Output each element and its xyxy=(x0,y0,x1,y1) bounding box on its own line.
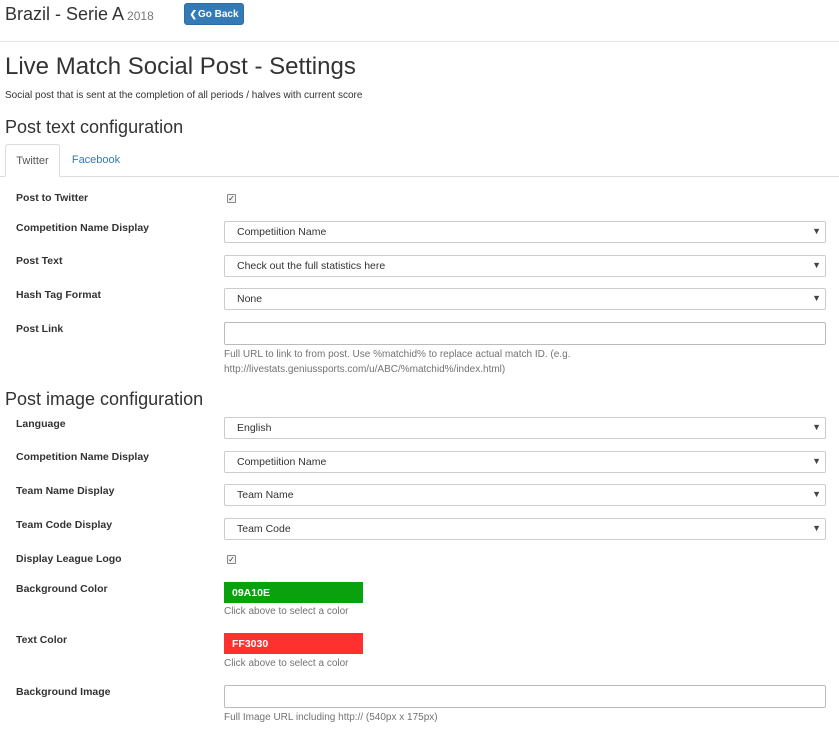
dropdown-arrow-icon: ▼ xyxy=(812,456,821,466)
background-color-help: Click above to select a color xyxy=(224,606,349,617)
team-name-display-select[interactable]: Team Name ▼ xyxy=(224,484,826,506)
go-back-button[interactable]: ❮ Go Back xyxy=(184,3,244,25)
dropdown-arrow-icon: ▼ xyxy=(812,260,821,270)
post-link-help-line1: Full URL to link to from post. Use %matc… xyxy=(224,349,571,360)
text-competition-name-select[interactable]: Competiition Name ▼ xyxy=(224,221,826,243)
section-title-image-config: Post image configuration xyxy=(5,389,204,409)
text-color-picker[interactable]: FF3030 xyxy=(224,633,363,654)
background-image-label: Background Image xyxy=(16,686,111,698)
post-link-help: Full URL to link to from post. Use %matc… xyxy=(224,347,570,377)
language-select[interactable]: English ▼ xyxy=(224,417,826,439)
hash-tag-format-select[interactable]: None ▼ xyxy=(224,288,826,310)
social-tabs: Twitter Facebook xyxy=(0,144,839,177)
post-to-twitter-checkbox[interactable]: ✓ xyxy=(227,194,236,203)
text-competition-name-value: Competiition Name xyxy=(237,226,327,238)
dropdown-arrow-icon: ▼ xyxy=(812,422,821,432)
dropdown-arrow-icon: ▼ xyxy=(812,226,821,236)
post-link-label: Post Link xyxy=(16,323,64,335)
display-league-logo-label: Display League Logo xyxy=(16,553,122,565)
display-league-logo-checkbox[interactable]: ✓ xyxy=(227,555,236,564)
text-color-label: Text Color xyxy=(16,634,68,646)
text-competition-name-label: Competition Name Display xyxy=(16,222,150,234)
post-to-twitter-label: Post to Twitter xyxy=(16,192,89,204)
page-title: Live Match Social Post - Settings xyxy=(5,53,356,80)
post-link-help-line2: http://livestats.geniussports.com/u/ABC/… xyxy=(224,364,506,375)
hash-tag-format-label: Hash Tag Format xyxy=(16,289,101,301)
top-bar: Brazil - Serie A 2018 ❮ Go Back xyxy=(0,0,839,42)
background-image-input[interactable] xyxy=(224,685,826,708)
team-name-display-label: Team Name Display xyxy=(16,485,115,497)
competition-name: Brazil - Serie A xyxy=(5,4,125,24)
tab-facebook[interactable]: Facebook xyxy=(62,144,130,176)
team-code-display-label: Team Code Display xyxy=(16,519,113,531)
chevron-left-icon: ❮ xyxy=(189,8,197,19)
section-title-text-config: Post text configuration xyxy=(5,117,184,137)
image-competition-name-select[interactable]: Competiition Name ▼ xyxy=(224,451,826,473)
image-competition-name-value: Competiition Name xyxy=(237,456,327,468)
competition-year: 2018 xyxy=(127,9,154,23)
dropdown-arrow-icon: ▼ xyxy=(812,523,821,533)
team-code-display-select[interactable]: Team Code ▼ xyxy=(224,518,826,540)
language-value: English xyxy=(237,422,272,434)
team-name-display-value: Team Name xyxy=(237,489,294,501)
post-text-label: Post Text xyxy=(16,255,63,267)
text-color-help: Click above to select a color xyxy=(224,658,349,669)
background-color-label: Background Color xyxy=(16,583,108,595)
tab-twitter[interactable]: Twitter xyxy=(5,144,60,177)
background-image-help: Full Image URL including http:// (540px … xyxy=(224,712,438,723)
go-back-label: Go Back xyxy=(197,8,239,20)
page-subtitle: Social post that is sent at the completi… xyxy=(5,90,363,101)
language-label: Language xyxy=(16,418,66,430)
dropdown-arrow-icon: ▼ xyxy=(812,293,821,303)
competition-title: Brazil - Serie A 2018 xyxy=(5,4,154,25)
image-competition-name-label: Competition Name Display xyxy=(16,451,150,463)
team-code-display-value: Team Code xyxy=(237,523,291,535)
post-text-select[interactable]: Check out the full statistics here ▼ xyxy=(224,255,826,277)
post-text-value: Check out the full statistics here xyxy=(237,260,386,272)
post-link-input[interactable] xyxy=(224,322,826,345)
dropdown-arrow-icon: ▼ xyxy=(812,489,821,499)
hash-tag-format-value: None xyxy=(237,293,263,305)
background-color-picker[interactable]: 09A10E xyxy=(224,582,363,603)
